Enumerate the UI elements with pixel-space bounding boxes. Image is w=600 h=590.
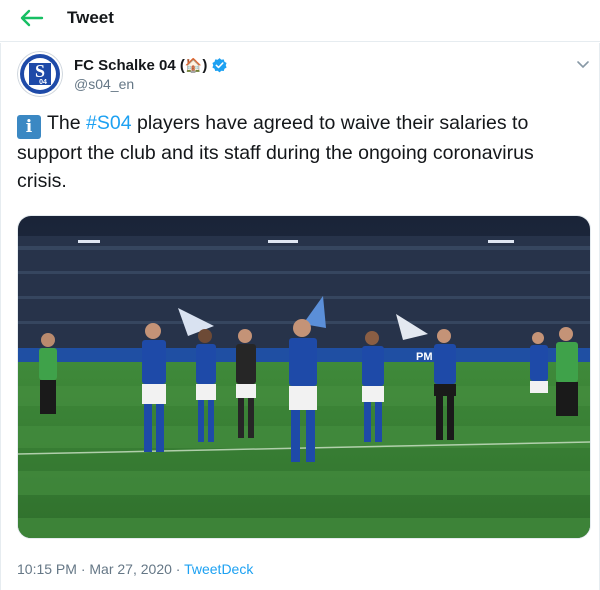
- author-name[interactable]: FC Schalke 04 (🏠): [74, 57, 207, 74]
- stadium-photo: PM: [18, 216, 590, 538]
- meta-separator: ·: [76, 561, 90, 577]
- tweet-time[interactable]: 10:15 PM: [17, 561, 77, 577]
- information-icon: i: [17, 115, 41, 139]
- tweet-text-before: The: [47, 112, 87, 134]
- avatar[interactable]: S 04: [17, 51, 63, 97]
- more-options-button[interactable]: [576, 57, 590, 69]
- tweet-date[interactable]: Mar 27, 2020: [89, 561, 172, 577]
- schalke-logo-icon: S 04: [17, 51, 63, 97]
- back-button[interactable]: [18, 6, 46, 30]
- page-title: Tweet: [67, 8, 114, 27]
- hashtag-link[interactable]: #S04: [86, 112, 132, 134]
- house-icon: 🏠: [184, 57, 203, 73]
- tweet-header: Tweet: [0, 0, 600, 42]
- author-handle[interactable]: @s04_en: [74, 76, 134, 92]
- tweet-source-link[interactable]: TweetDeck: [184, 561, 253, 577]
- tweet-text: i The #S04 players have agreed to waive t…: [17, 109, 587, 195]
- banner-text: PM: [416, 351, 433, 363]
- tweet-photo[interactable]: PM: [17, 215, 591, 539]
- tweet-meta: 10:15 PM · Mar 27, 2020 · TweetDeck: [17, 561, 253, 577]
- arrow-left-icon: [20, 9, 44, 27]
- author-name-close: ): [202, 57, 208, 74]
- author-name-text: FC Schalke 04 (: [74, 57, 185, 74]
- svg-text:04: 04: [39, 79, 47, 86]
- chevron-down-icon: [577, 61, 589, 69]
- meta-separator: ·: [171, 561, 185, 577]
- verified-badge-icon: [212, 58, 227, 73]
- tweet-card: S 04 FC Schalke 04 (🏠) @s04_en i The #S04…: [0, 43, 600, 590]
- svg-text:S: S: [35, 61, 45, 81]
- author-name-row[interactable]: FC Schalke 04 (🏠): [74, 57, 228, 74]
